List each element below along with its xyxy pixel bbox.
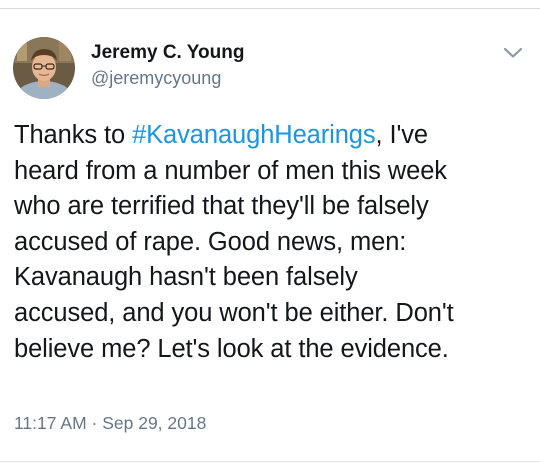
chevron-down-icon (503, 47, 523, 58)
avatar-image (13, 37, 75, 99)
tweet-timestamp[interactable]: 11:17 AM · Sep 29, 2018 (14, 412, 206, 434)
avatar[interactable] (13, 37, 75, 99)
tweet-text-line: believe me? Let's look at the evidence. (14, 334, 449, 363)
tweet-text-line: Thanks to #KavanaughHearings, I've (14, 118, 534, 154)
tweet-text-line: who are terrified that they'll be falsel… (14, 192, 429, 221)
tweet-text-line: accused of rape. Good news, men: (14, 227, 407, 256)
tweet-text-segment: Thanks to (14, 121, 133, 149)
tweet-text-segment: , I've (375, 121, 429, 149)
tweet-text-line: Kavanaugh hasn't been falsely (14, 263, 358, 292)
tweet-text-line: heard from a number of men this week (14, 156, 447, 185)
tweet-text: Thanks to #KavanaughHearings, I've heard… (14, 118, 534, 367)
hashtag-link[interactable]: #KavanaughHearings (132, 121, 376, 149)
tweet-menu-button[interactable] (502, 46, 524, 60)
tweet-time: 11:17 AM (14, 413, 87, 433)
tweet-card: Jeremy C. Young @jeremycyoung Thanks to … (0, 0, 540, 471)
tweet-date: Sep 29, 2018 (102, 413, 207, 433)
tweet-text-line: accused, and you won't be either. Don't (14, 298, 454, 327)
timestamp-separator: · (91, 413, 98, 433)
author-handle[interactable]: @jeremycyoung (91, 66, 244, 90)
tweet-author[interactable]: Jeremy C. Young @jeremycyoung (91, 41, 244, 90)
bottom-divider (0, 461, 540, 462)
author-display-name[interactable]: Jeremy C. Young (91, 41, 244, 65)
